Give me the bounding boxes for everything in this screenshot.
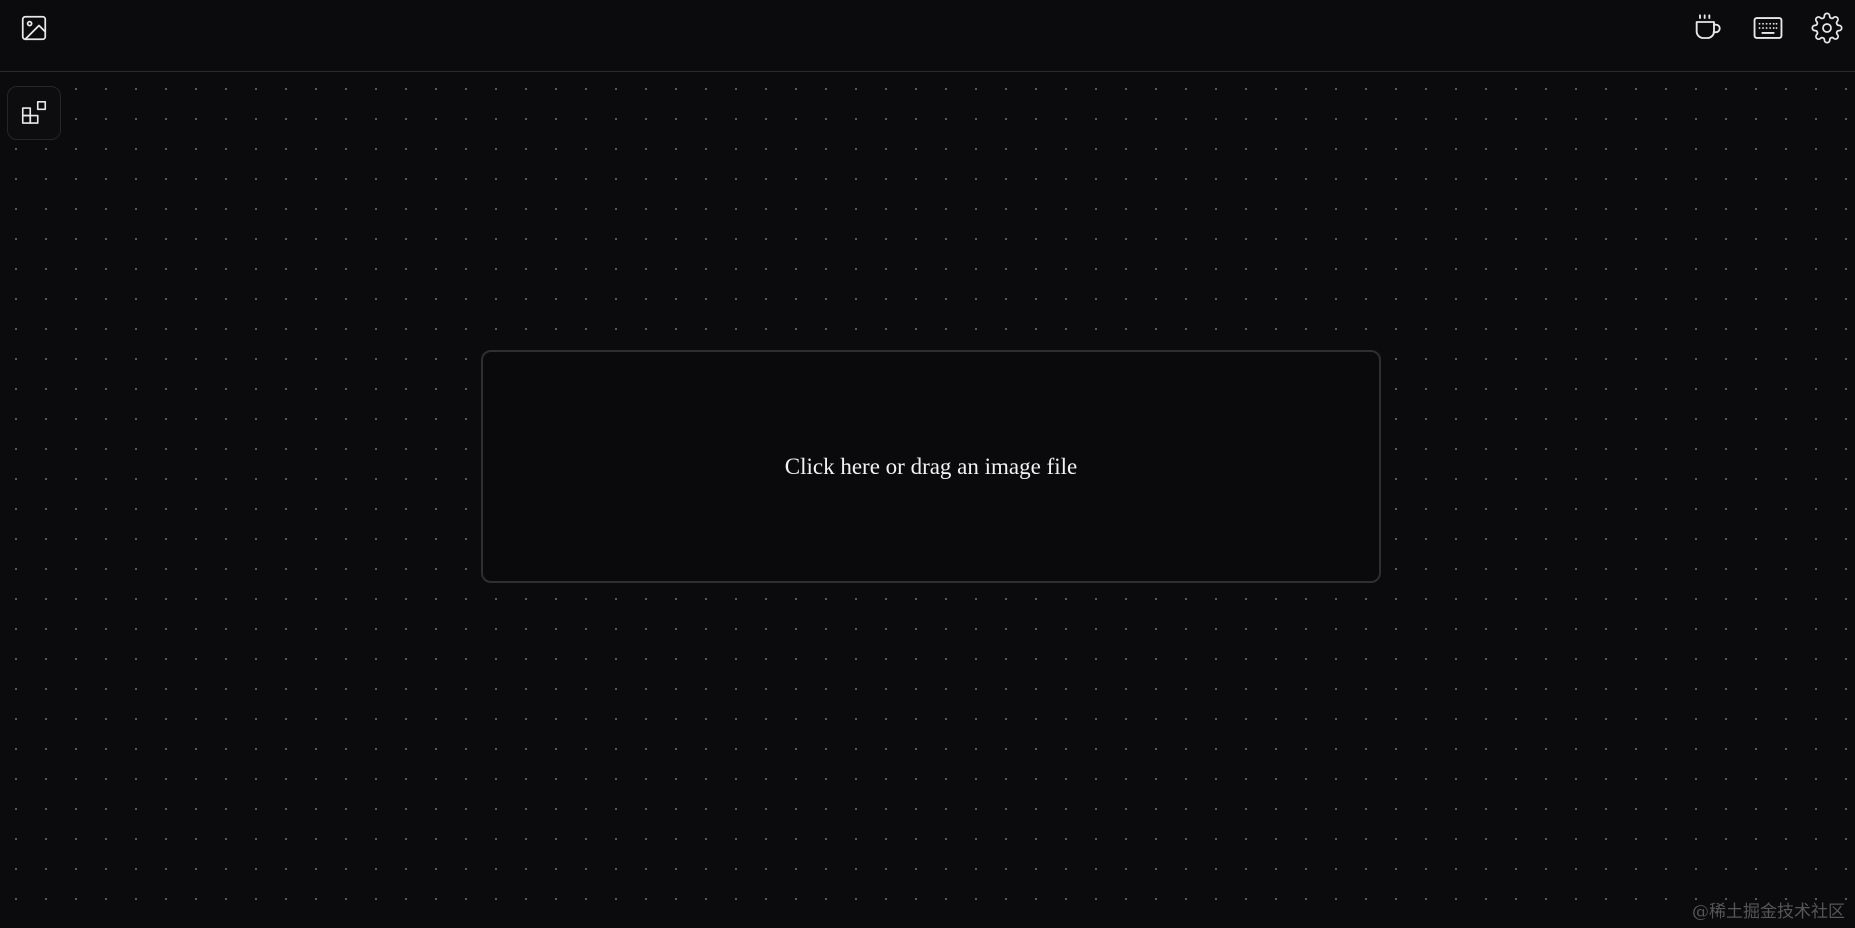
support-button[interactable]: [1688, 8, 1728, 48]
open-image-button[interactable]: [14, 8, 54, 48]
watermark: @稀土掘金技术社区: [1692, 902, 1845, 922]
layers-panel-toggle[interactable]: [7, 86, 61, 140]
settings-button[interactable]: [1807, 8, 1847, 48]
top-toolbar: [0, 0, 1855, 72]
layers-icon: [21, 100, 47, 124]
app-root: Click here or drag an image file @稀土掘金技术…: [0, 0, 1855, 928]
keyboard-icon: [1753, 17, 1783, 39]
dropzone-label: Click here or drag an image file: [784, 453, 1078, 479]
gear-icon: [1811, 12, 1843, 44]
image-icon: [21, 15, 47, 41]
image-dropzone[interactable]: Click here or drag an image file: [481, 350, 1381, 583]
coffee-cup-icon: [1695, 14, 1721, 39]
keyboard-shortcuts-button[interactable]: [1748, 8, 1788, 48]
